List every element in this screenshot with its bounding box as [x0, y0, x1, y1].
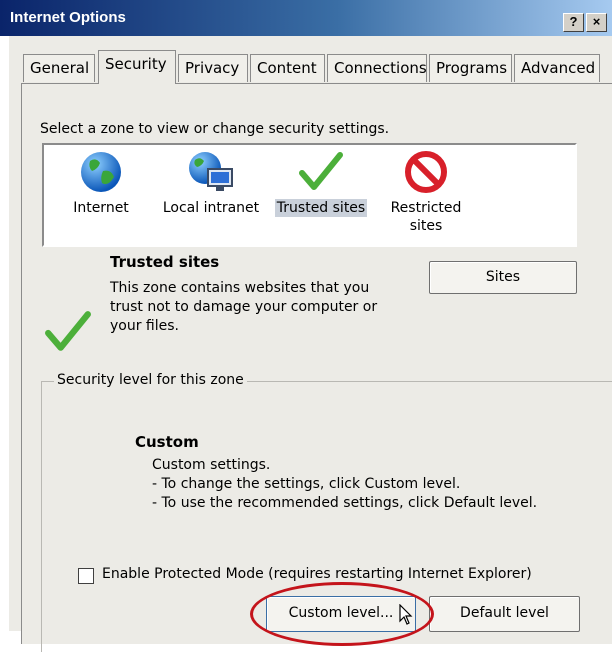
zone-local-intranet[interactable]: Local intranet — [156, 149, 266, 217]
tab-general[interactable]: General — [23, 54, 95, 82]
globe-icon — [81, 152, 121, 192]
zone-list: Internet Local intranet Trusted sites Re… — [42, 143, 577, 247]
security-tab-panel: Select a zone to view or change security… — [21, 83, 612, 652]
intranet-icon — [189, 152, 233, 191]
zone-internet[interactable]: Internet — [46, 149, 156, 217]
restricted-icon — [405, 151, 447, 193]
dialog-body: General Security Privacy Content Connect… — [8, 36, 612, 652]
tab-security[interactable]: Security — [98, 50, 176, 84]
protected-mode-checkbox[interactable] — [78, 568, 94, 584]
level-line: - To use the recommended settings, click… — [152, 495, 538, 511]
zone-restricted-sites[interactable]: Restricted sites — [376, 149, 476, 235]
protected-mode-label[interactable]: Enable Protected Mode (requires restarti… — [102, 566, 532, 582]
tab-privacy[interactable]: Privacy — [178, 54, 248, 82]
tab-advanced[interactable]: Advanced — [514, 54, 600, 82]
security-level-group: Security level for this zone Custom Cust… — [41, 372, 612, 652]
tab-content[interactable]: Content — [250, 54, 325, 82]
window-title: Internet Options — [10, 9, 126, 26]
zone-label: Restricted sites — [390, 200, 462, 234]
zone-label: Trusted sites — [274, 199, 368, 217]
title-bar[interactable]: Internet Options ? × — [0, 0, 612, 36]
help-button[interactable]: ? — [563, 13, 584, 32]
security-level-description: Custom settings. - To change the setting… — [152, 456, 537, 513]
tab-programs[interactable]: Programs — [429, 54, 512, 82]
annotation-circle — [250, 582, 434, 646]
internet-options-window: Internet Options ? × General Security Pr… — [0, 0, 612, 652]
zone-detail-description: This zone contains websites that you tru… — [110, 280, 378, 334]
level-line: - To change the settings, click Custom l… — [152, 476, 461, 492]
close-button[interactable]: × — [586, 13, 607, 32]
zone-label: Internet — [73, 200, 129, 216]
zone-prompt: Select a zone to view or change security… — [40, 121, 390, 137]
default-level-button[interactable]: Default level — [429, 596, 580, 632]
zone-label: Local intranet — [162, 200, 260, 216]
trusted-checkmark-icon — [45, 311, 91, 351]
security-level-legend: Security level for this zone — [54, 372, 247, 388]
level-line: Custom settings. — [152, 457, 271, 473]
sites-button[interactable]: Sites — [429, 261, 577, 294]
tab-connections[interactable]: Connections — [327, 54, 427, 82]
checkmark-icon — [299, 152, 343, 190]
zone-detail-title: Trusted sites — [110, 253, 220, 271]
zone-trusted-sites[interactable]: Trusted sites — [266, 149, 376, 217]
security-level-name: Custom — [135, 433, 199, 451]
